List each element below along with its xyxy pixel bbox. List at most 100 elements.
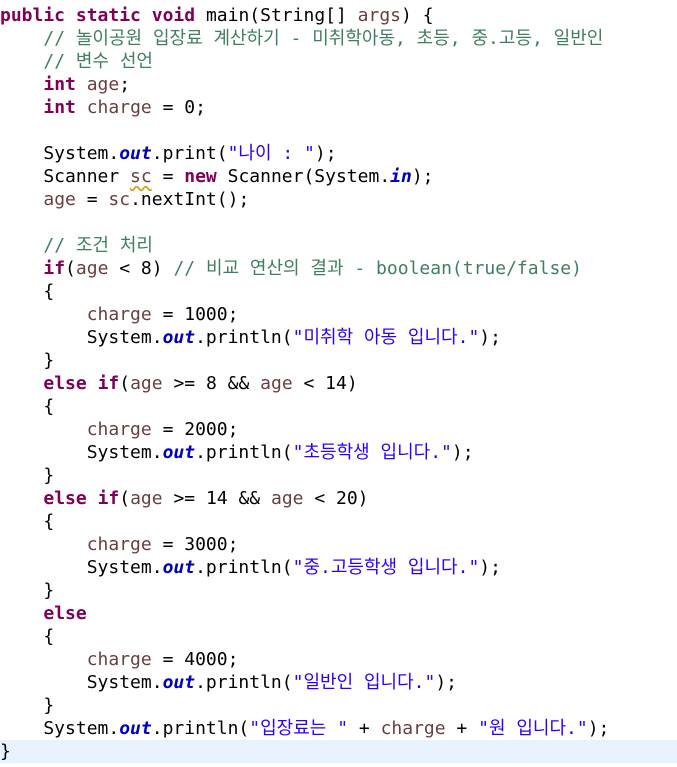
code-token: = (75, 189, 109, 210)
code-token: ; (119, 74, 131, 95)
code-token: = 1000; (151, 304, 239, 325)
keyword-token: static (75, 5, 141, 26)
code-editor[interactable]: public static void main(String[] args) {… (0, 0, 677, 767)
code-token: } (0, 580, 55, 601)
code-line[interactable]: { (0, 625, 677, 648)
code-line[interactable]: else if(age >= 8 && age < 14) (0, 372, 677, 395)
code-token: ); (587, 718, 610, 739)
code-line[interactable]: { (0, 395, 677, 418)
code-token: Scanner (0, 166, 131, 187)
variable-token: sc (108, 189, 131, 210)
variable-token: args (357, 5, 402, 26)
comment-token: // 놀이공원 입장료 계산하기 - 미취학아동, 초등, 중.고등, 일반인 (43, 28, 604, 49)
code-line[interactable]: else if(age >= 14 && age < 20) (0, 487, 677, 510)
code-token: .print( (151, 143, 228, 164)
code-token: + (348, 718, 381, 739)
code-token: < 20) (303, 488, 369, 509)
code-line[interactable]: public static void main(String[] args) { (0, 4, 677, 27)
code-token: .println( (195, 557, 293, 578)
keyword-token: int (43, 74, 76, 95)
variable-token: charge (86, 649, 152, 670)
code-token: { (0, 511, 55, 532)
current-code-line[interactable]: } (0, 740, 677, 763)
code-line[interactable]: age = sc.nextInt(); (0, 188, 677, 211)
code-line[interactable]: int age; (0, 73, 677, 96)
keyword-token: if (97, 373, 120, 394)
code-token: = 2000; (151, 419, 239, 440)
code-token: } (0, 465, 55, 486)
code-token: ); (435, 672, 458, 693)
code-line[interactable] (0, 211, 677, 234)
code-token: = (151, 166, 185, 187)
string-literal-token: "원 입니다." (478, 718, 588, 739)
string-literal-token: "일반인 입니다." (292, 672, 436, 693)
code-line[interactable]: // 조건 처리 (0, 234, 677, 257)
string-literal-token: "나이 : " (227, 143, 315, 164)
code-line[interactable]: // 놀이공원 입장료 계산하기 - 미취학아동, 초등, 중.고등, 일반인 (0, 27, 677, 50)
code-line[interactable]: charge = 2000; (0, 418, 677, 441)
keyword-token: if (97, 488, 120, 509)
static-field-token: out (162, 327, 196, 348)
code-token: .println( (195, 442, 293, 463)
code-line[interactable]: charge = 3000; (0, 533, 677, 556)
code-token: < 14) (292, 373, 358, 394)
code-token: } (0, 350, 55, 371)
code-line[interactable]: System.out.println("일반인 입니다."); (0, 671, 677, 694)
keyword-token: new (184, 166, 217, 187)
code-line[interactable]: charge = 1000; (0, 303, 677, 326)
string-literal-token: "미취학 아동 입니다." (292, 327, 480, 348)
code-token: ); (411, 166, 434, 187)
code-token: ) { (401, 5, 434, 26)
code-token: System. (0, 327, 163, 348)
code-line[interactable]: } (0, 579, 677, 602)
variable-token: charge (86, 534, 152, 555)
warning-marked-token: sc (130, 166, 152, 187)
keyword-token: void (151, 5, 196, 26)
code-line[interactable] (0, 119, 677, 142)
static-field-token: out (162, 557, 196, 578)
code-line[interactable]: System.out.println("미취학 아동 입니다."); (0, 326, 677, 349)
code-line[interactable]: { (0, 510, 677, 533)
code-line[interactable]: else (0, 602, 677, 625)
code-line[interactable]: int charge = 0; (0, 96, 677, 119)
keyword-token: else (43, 603, 87, 624)
code-line[interactable]: charge = 4000; (0, 648, 677, 671)
static-field-token: out (119, 143, 152, 164)
code-token: ); (479, 557, 501, 578)
variable-token: age (130, 373, 163, 394)
code-line[interactable]: } (0, 464, 677, 487)
code-token: + (445, 718, 479, 739)
code-line[interactable]: System.out.println("중.고등학생 입니다."); (0, 556, 677, 579)
variable-token: age (43, 189, 76, 210)
code-line[interactable]: } (0, 694, 677, 717)
variable-token: age (130, 488, 163, 509)
code-line[interactable]: // 변수 선언 (0, 50, 677, 73)
code-line[interactable]: Scanner sc = new Scanner(System.in); (0, 165, 677, 188)
code-line[interactable]: System.out.println("입장료는 " + charge + "원… (0, 717, 677, 740)
code-token: < 8) (108, 258, 174, 279)
static-field-token: out (162, 442, 196, 463)
variable-token: age (86, 74, 120, 95)
code-line[interactable]: if(age < 8) // 비교 연산의 결과 - boolean(true/… (0, 257, 677, 280)
code-token: >= 14 && (162, 488, 271, 509)
code-token: { (0, 281, 55, 302)
code-line[interactable]: } (0, 349, 677, 372)
code-token: main(String[] (195, 5, 358, 26)
code-line[interactable]: System.out.print("나이 : "); (0, 142, 677, 165)
code-line[interactable]: System.out.println("초등학생 입니다."); (0, 441, 677, 464)
code-token: = 0; (151, 97, 206, 118)
code-token: ); (479, 327, 501, 348)
variable-token: charge (86, 304, 152, 325)
variable-token: age (75, 258, 109, 279)
keyword-token: else (43, 373, 87, 394)
code-token: .println( (195, 327, 293, 348)
code-line[interactable]: { (0, 280, 677, 303)
